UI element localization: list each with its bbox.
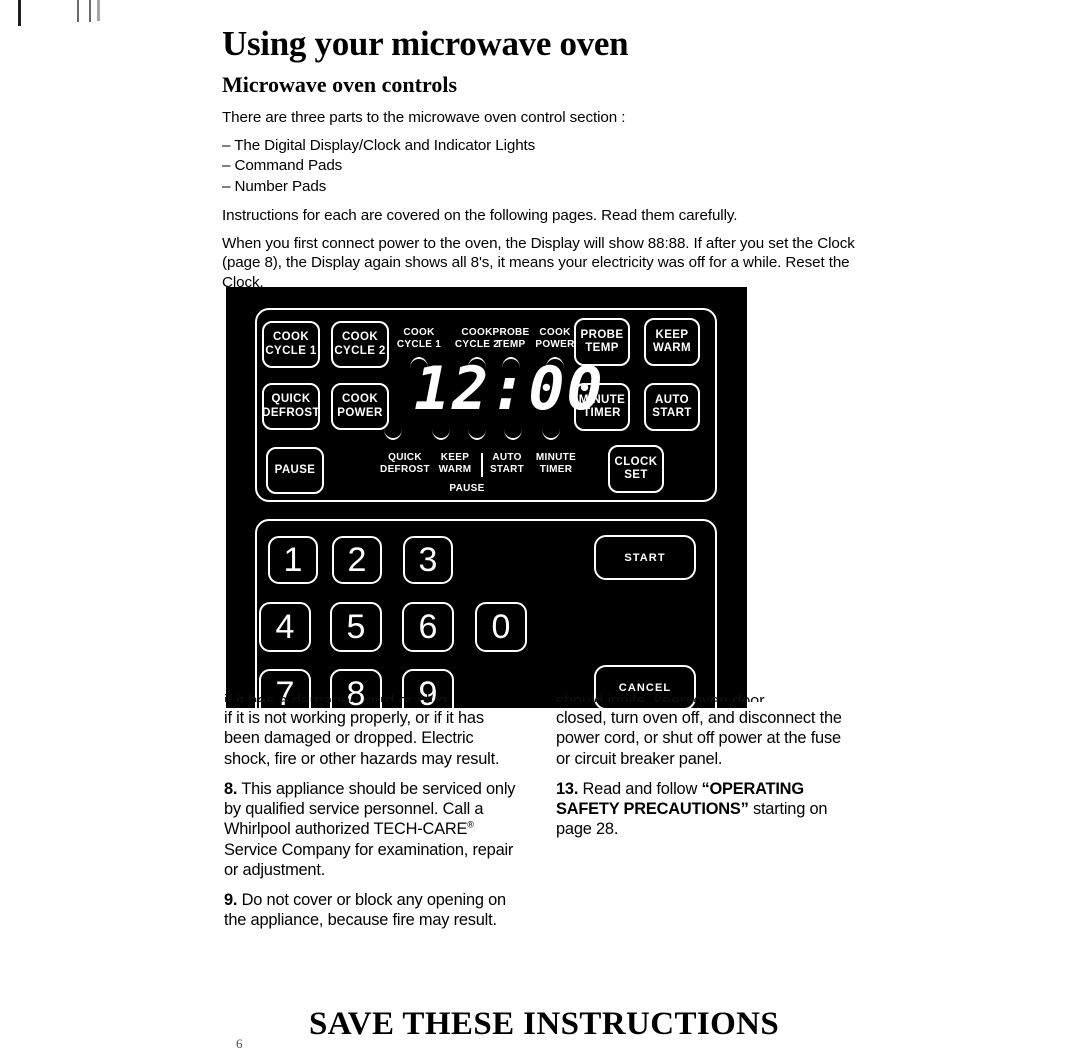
- numpad-4[interactable]: 4: [259, 602, 311, 652]
- indicator-pause: PAUSE: [449, 483, 485, 494]
- indicator-label-line1: QUICK: [388, 452, 422, 463]
- pad-label-line1: PAUSE: [274, 463, 316, 476]
- indicator-label-line1: COOK: [403, 327, 435, 338]
- indicator-cook-power: COOK POWER: [526, 327, 584, 351]
- start-button[interactable]: START: [594, 535, 696, 580]
- pad-label-line2: TIMER: [583, 407, 621, 419]
- indicator-divider: [481, 453, 483, 477]
- pad-keep-warm[interactable]: KEEP WARM: [644, 318, 700, 366]
- page-title: Using your microwave oven: [222, 24, 629, 63]
- safety-item-13-number: 13.: [556, 779, 579, 798]
- pad-cook-cycle-2[interactable]: COOK CYCLE 2: [331, 321, 389, 368]
- numpad-2[interactable]: 2: [332, 536, 382, 584]
- scan-artifact-line: [18, 0, 21, 26]
- indicator-quick-defrost: QUICK DEFROST: [376, 452, 434, 476]
- numpad-1[interactable]: 1: [268, 536, 318, 584]
- safety-item-9: 9. Do not cover or block any opening on …: [224, 890, 516, 931]
- pad-label-line1: AUTO: [655, 393, 689, 406]
- indicator-minute-timer: MINUTE TIMER: [530, 452, 582, 476]
- parts-list: – The Digital Display/Clock and Indicato…: [222, 136, 862, 196]
- clipped-text-line: if it has a damaged cord or plug,: [224, 692, 452, 702]
- pad-pause[interactable]: PAUSE: [266, 447, 324, 494]
- numpad-0[interactable]: 0: [475, 602, 527, 652]
- page-number: 6: [236, 1036, 243, 1051]
- control-panel-photo: COOK CYCLE 1 COOK CYCLE 2 PROBE TEMP KEE…: [226, 287, 747, 708]
- pad-label-line1: COOK: [341, 393, 379, 406]
- pad-label-line1: CLOCK: [614, 455, 658, 468]
- safety-item-13: 13. Read and follow “OPERATING SAFETY PR…: [556, 779, 848, 840]
- pad-label-line1: COOK: [341, 331, 379, 344]
- pad-label-line1: KEEP: [655, 328, 689, 341]
- scan-artifact-line: [97, 0, 100, 21]
- pad-label-line2: SET: [624, 469, 648, 481]
- indicator-keep-warm: KEEP WARM: [432, 452, 478, 476]
- safety-item-8-text-b: Service Company for examination, repair …: [224, 840, 514, 879]
- pad-quick-defrost[interactable]: QUICK DEFROST: [262, 383, 320, 430]
- pad-label-line2: CYCLE 1: [265, 344, 317, 357]
- pad-label-line2: CYCLE 2: [334, 344, 386, 357]
- pad-label-line1: PROBE: [580, 328, 624, 341]
- safety-item-13-text-a: Read and follow: [578, 779, 702, 798]
- numpad-5[interactable]: 5: [330, 602, 382, 652]
- safety-item-7-text: if it is not working properly, or if it …: [224, 709, 500, 768]
- footer-heading: SAVE THESE INSTRUCTIONS: [309, 1006, 780, 1042]
- pad-label-line1: QUICK: [271, 393, 311, 406]
- safety-item-12: closed, turn oven off, and disconnect th…: [556, 708, 848, 769]
- scan-artifact-line: [89, 0, 91, 22]
- section-title: Microwave oven controls: [222, 71, 458, 97]
- safety-item-7: if it is not working properly, or if it …: [224, 708, 516, 769]
- numpad-3[interactable]: 3: [403, 536, 453, 584]
- indicator-label-line2: START: [489, 463, 525, 475]
- indicator-label-line1: KEEP: [440, 452, 470, 463]
- pad-label-line2: DEFROST: [262, 406, 320, 419]
- safety-column-right: should ignite, keep oven door closed, tu…: [556, 692, 848, 850]
- pad-label-line2: WARM: [652, 342, 691, 354]
- indicator-cook-cycle-1: COOK CYCLE 1: [390, 327, 448, 351]
- safety-item-12-text: closed, turn oven off, and disconnect th…: [556, 709, 842, 768]
- scan-artifact-line: [77, 0, 79, 22]
- list-item: – The Digital Display/Clock and Indicato…: [222, 137, 536, 155]
- power-note: When you first connect power to the oven…: [222, 235, 855, 291]
- clipped-text-line: should ignite, keep oven door: [556, 692, 765, 702]
- pad-minute-timer[interactable]: MINUTE TIMER: [574, 383, 630, 431]
- numpad-6[interactable]: 6: [402, 602, 454, 652]
- pad-label-line1: COOK: [272, 331, 310, 344]
- safety-column-left: if it has a damaged cord or plug, if it …: [224, 692, 516, 941]
- page-content: Using your microwave oven Microwave oven…: [222, 24, 862, 301]
- pad-cook-power[interactable]: COOK POWER: [331, 383, 389, 430]
- pad-label-line2: POWER: [337, 406, 383, 419]
- safety-item-8-number: 8.: [224, 779, 238, 798]
- intro-paragraph: There are three parts to the microwave o…: [222, 108, 626, 126]
- indicator-label-line2: TIMER: [539, 463, 573, 475]
- indicator-label-line1: COOK: [539, 327, 571, 338]
- pad-clock-set[interactable]: CLOCK SET: [608, 445, 664, 493]
- list-item: – Number Pads: [222, 177, 327, 195]
- pad-label-line1: MINUTE: [578, 393, 626, 406]
- instructions-note: Instructions for each are covered on the…: [222, 206, 738, 224]
- indicator-label-line2: DEFROST: [380, 463, 430, 475]
- safety-item-8: 8. This appliance should be serviced onl…: [224, 779, 516, 880]
- safety-item-9-number: 9.: [224, 891, 238, 909]
- registered-mark-icon: ®: [467, 819, 474, 830]
- pad-auto-start[interactable]: AUTO START: [644, 383, 700, 431]
- pad-label-line2: START: [652, 407, 692, 419]
- indicator-label-line1: AUTO: [492, 452, 522, 463]
- indicator-label-line2: TEMP: [496, 338, 526, 350]
- safety-item-9-text: Do not cover or block any opening on the…: [224, 891, 506, 930]
- list-item: – Command Pads: [222, 157, 343, 175]
- pad-cook-cycle-1[interactable]: COOK CYCLE 1: [262, 321, 320, 368]
- indicator-label-line2: POWER: [535, 338, 575, 350]
- indicator-label-line1: MINUTE: [535, 452, 577, 463]
- indicator-label-line1: PROBE: [492, 327, 530, 338]
- indicator-label-line2: WARM: [438, 463, 472, 475]
- indicator-auto-start: AUTO START: [484, 452, 530, 476]
- indicator-label-line2: CYCLE 1: [396, 338, 442, 350]
